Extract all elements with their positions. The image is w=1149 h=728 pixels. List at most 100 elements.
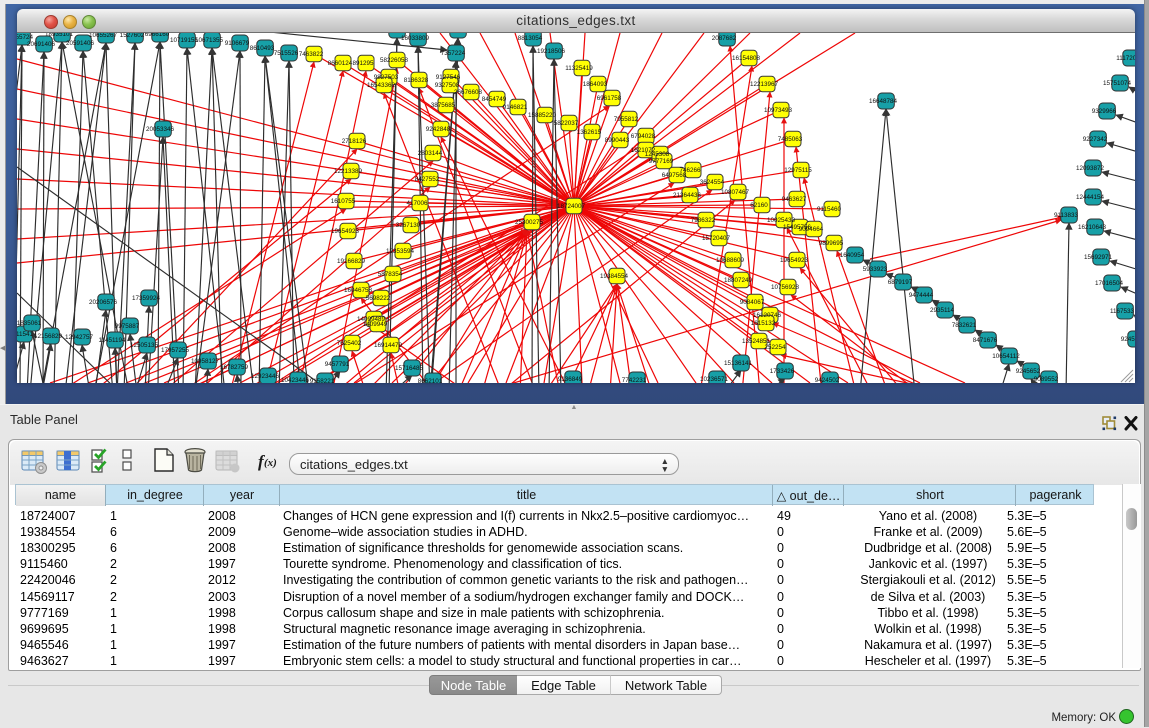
svg-text:(x): (x) — [264, 457, 277, 469]
svg-text:26676608: 26676608 — [454, 89, 483, 96]
svg-text:10236571: 10236571 — [700, 376, 729, 383]
svg-text:8660124: 8660124 — [328, 60, 353, 67]
svg-text:9115460: 9115460 — [817, 206, 842, 213]
svg-text:19166829: 19166829 — [337, 258, 366, 265]
svg-text:8610493: 8610493 — [250, 45, 275, 52]
svg-text:10973493: 10973493 — [764, 107, 793, 114]
svg-text:15885220: 15885220 — [528, 112, 557, 119]
svg-text:9089552: 9089552 — [1034, 376, 1059, 383]
svg-text:10807467: 10807467 — [721, 189, 750, 196]
svg-text:9245652: 9245652 — [1016, 368, 1041, 375]
svg-text:8813054: 8813054 — [518, 35, 543, 42]
svg-text:9146821: 9146821 — [503, 104, 528, 111]
svg-text:12156829: 12156829 — [34, 333, 63, 340]
svg-text:7357224: 7357224 — [441, 50, 466, 57]
svg-text:3624554: 3624554 — [700, 179, 725, 186]
svg-text:16046758: 16046758 — [344, 287, 373, 294]
svg-text:1245308: 1245308 — [645, 151, 670, 158]
svg-text:2935114: 2935114 — [930, 307, 955, 314]
svg-text:25300275: 25300275 — [515, 219, 544, 226]
svg-text:9127546: 9127546 — [436, 74, 461, 81]
svg-text:1615132: 1615132 — [751, 320, 776, 327]
svg-text:10025433: 10025433 — [767, 217, 796, 224]
svg-text:1167533: 1167533 — [1110, 308, 1135, 315]
svg-text:12353594: 12353594 — [386, 248, 415, 255]
svg-text:417006: 417006 — [406, 200, 428, 207]
svg-text:12975115: 12975115 — [784, 167, 812, 174]
svg-text:9463627: 9463627 — [782, 196, 807, 203]
svg-text:9094664: 9094664 — [799, 226, 824, 233]
svg-text:7515526: 7515526 — [274, 50, 299, 57]
svg-text:62160: 62160 — [750, 202, 768, 209]
svg-text:10654112: 10654112 — [992, 353, 1020, 360]
svg-text:9899695: 9899695 — [819, 240, 844, 247]
svg-text:7742231: 7742231 — [622, 377, 647, 383]
svg-text:1527602: 1527602 — [120, 33, 145, 39]
svg-text:3875685: 3875685 — [431, 102, 456, 109]
svg-text:8186328: 8186328 — [404, 77, 429, 84]
svg-text:8454749: 8454749 — [482, 96, 507, 103]
svg-text:9227342: 9227342 — [1083, 136, 1108, 143]
svg-text:8471676: 8471676 — [973, 337, 998, 344]
svg-text:11451194: 11451194 — [98, 337, 126, 344]
svg-text:6966160: 6966160 — [145, 33, 170, 38]
svg-text:9457791: 9457791 — [325, 361, 350, 368]
svg-text:1362615: 1362615 — [577, 129, 602, 136]
svg-text:6497568: 6497568 — [662, 172, 687, 179]
svg-text:19218506: 19218506 — [537, 48, 566, 55]
svg-text:9136849: 9136849 — [558, 376, 583, 383]
svg-text:17957255: 17957255 — [161, 347, 190, 354]
svg-text:5822037: 5822037 — [554, 120, 579, 127]
svg-text:5698222: 5698222 — [366, 295, 391, 302]
svg-text:17016504: 17016504 — [1095, 280, 1124, 287]
svg-text:10756928: 10756928 — [771, 284, 800, 291]
svg-text:10958127: 10958127 — [191, 358, 220, 365]
svg-text:5878354: 5878354 — [378, 271, 403, 278]
svg-text:8427552: 8427552 — [415, 176, 440, 183]
svg-text:2087682: 2087682 — [712, 35, 737, 42]
svg-text:12213389: 12213389 — [334, 168, 363, 175]
svg-text:9106679: 9106679 — [225, 40, 250, 47]
svg-text:15720407: 15720407 — [702, 235, 731, 242]
svg-text:1610755: 1610755 — [331, 198, 356, 205]
svg-text:16782759: 16782759 — [220, 364, 249, 371]
svg-text:9424502: 9424502 — [815, 377, 840, 383]
svg-text:7955812: 7955812 — [614, 116, 639, 123]
svg-text:8990443: 8990443 — [605, 137, 630, 144]
svg-text:2718126: 2718126 — [342, 138, 367, 145]
svg-text:20053346: 20053346 — [146, 126, 175, 133]
svg-text:6879197: 6879197 — [888, 279, 913, 286]
svg-text:15692971: 15692971 — [1084, 254, 1113, 261]
svg-text:18724007: 18724007 — [557, 203, 586, 210]
svg-text:19654923: 19654923 — [331, 228, 360, 235]
svg-text:9242848: 9242848 — [426, 126, 451, 133]
svg-text:6794028: 6794028 — [631, 133, 656, 140]
svg-text:9474444: 9474444 — [909, 292, 934, 299]
svg-text:252254: 252254 — [764, 344, 786, 351]
svg-text:21364436: 21364436 — [673, 192, 702, 199]
svg-text:16914479: 16914479 — [374, 342, 403, 349]
svg-text:16543362: 16543362 — [367, 82, 396, 89]
svg-text:1835061: 1835061 — [17, 320, 42, 327]
svg-text:8662101: 8662101 — [418, 378, 443, 383]
svg-text:1640954: 1640954 — [840, 252, 865, 259]
svg-text:10423446: 10423446 — [281, 377, 310, 383]
svg-text:12923446: 12923446 — [251, 373, 280, 380]
svg-text:9158221: 9158221 — [310, 378, 335, 383]
svg-text:11325419: 11325419 — [565, 65, 593, 72]
svg-text:7986322: 7986322 — [691, 217, 716, 224]
svg-text:9329966: 9329966 — [1092, 108, 1117, 115]
svg-text:9113833: 9113833 — [1054, 212, 1079, 219]
svg-text:5933923: 5933923 — [863, 266, 888, 273]
svg-text:15136141: 15136141 — [724, 360, 753, 367]
svg-text:10671355: 10671355 — [195, 37, 224, 44]
svg-text:16648784: 16648784 — [869, 98, 898, 105]
svg-text:19654923: 19654923 — [780, 257, 809, 264]
svg-text:16120746: 16120746 — [753, 312, 782, 319]
svg-text:7463822: 7463822 — [299, 51, 324, 58]
svg-text:19384554: 19384554 — [600, 273, 629, 280]
svg-text:12444154: 12444154 — [1076, 194, 1105, 201]
svg-text:9634509: 9634509 — [443, 33, 468, 34]
svg-text:7625402: 7625402 — [337, 340, 362, 347]
svg-text:16033809: 16033809 — [401, 35, 430, 42]
